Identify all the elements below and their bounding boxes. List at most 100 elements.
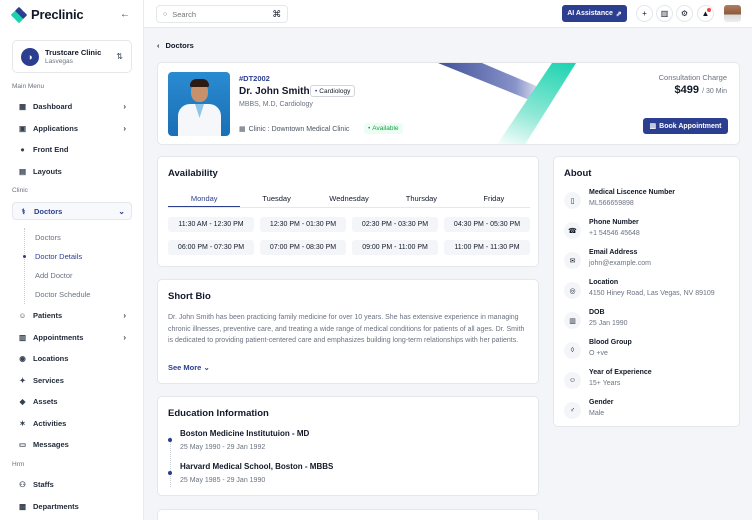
timeline-dot bbox=[168, 471, 172, 475]
clinic-switcher[interactable]: ◑ Trustcare Clinic Lasvegas ⇅ bbox=[12, 40, 132, 73]
about-item: ▥ DOB 25 Jan 1990 bbox=[564, 309, 628, 329]
dot-icon: • bbox=[315, 87, 318, 95]
about-label: Phone Number bbox=[589, 219, 639, 226]
chevron-right-icon: › bbox=[123, 123, 126, 133]
search-input[interactable] bbox=[172, 9, 268, 19]
time-slot[interactable]: 12:30 PM - 01:30 PM bbox=[260, 217, 346, 232]
license-icon: ▯ bbox=[564, 192, 581, 209]
collapse-sidebar-button[interactable]: ← bbox=[118, 7, 132, 21]
time-slot[interactable]: 11:00 PM - 11:30 PM bbox=[444, 240, 530, 255]
ai-assistance-label: AI Assistance bbox=[567, 10, 613, 17]
education-card: Education Information Boston Medicine In… bbox=[157, 396, 539, 496]
notifications-button[interactable]: ▲ bbox=[697, 5, 714, 22]
add-button[interactable]: + bbox=[636, 5, 653, 22]
doctor-icon: ⚕ bbox=[21, 206, 26, 216]
doctors-submenu: Doctors Doctor Details Add Doctor Doctor… bbox=[23, 228, 132, 304]
about-item: ◊ Blood Group O +ve bbox=[564, 339, 632, 359]
sidebar-item-front-end[interactable]: ● Front End bbox=[12, 140, 132, 158]
about-item: ☎ Phone Number +1 54546 45648 bbox=[564, 219, 640, 239]
time-slot[interactable]: 11:30 AM - 12:30 PM bbox=[168, 217, 254, 232]
breadcrumb-label: Doctors bbox=[165, 41, 194, 50]
time-slot[interactable]: 06:00 PM - 07:30 PM bbox=[168, 240, 254, 255]
calendar-icon: ▥ bbox=[660, 9, 669, 18]
patient-icon: ☺ bbox=[18, 310, 27, 320]
sidebar-item-label: Patients bbox=[33, 310, 63, 320]
about-value: 15+ Years bbox=[589, 380, 621, 387]
about-label: Medical Liscence Number bbox=[589, 189, 675, 196]
sidebar-item-departments[interactable]: ▩ Departments bbox=[12, 497, 132, 515]
sidebar-item-dashboard[interactable]: ▦ Dashboard › bbox=[12, 97, 132, 115]
time-slots: 11:30 AM - 12:30 PM 12:30 PM - 01:30 PM … bbox=[168, 217, 530, 255]
book-appointment-button[interactable]: ▥ Book Appointment bbox=[643, 118, 728, 134]
time-slot[interactable]: 04:30 PM - 05:30 PM bbox=[444, 217, 530, 232]
about-value: 25 Jan 1990 bbox=[589, 320, 628, 327]
status-badge: • Available bbox=[364, 123, 403, 134]
tab-tuesday[interactable]: Tuesday bbox=[240, 191, 312, 207]
about-value: +1 54546 45648 bbox=[589, 230, 640, 237]
doctor-degree: MBBS, M.D, Cardiology bbox=[239, 101, 313, 108]
short-bio-card: Short Bio Dr. John Smith has been practi… bbox=[157, 279, 539, 384]
sidebar-item-services[interactable]: ✦ Services bbox=[12, 371, 132, 389]
sidebar-item-assets[interactable]: ◆ Assets bbox=[12, 392, 132, 410]
time-slot[interactable]: 09:00 PM - 11:00 PM bbox=[352, 240, 438, 255]
submenu-item-doctor-details[interactable]: Doctor Details bbox=[23, 247, 132, 266]
time-slot[interactable]: 07:00 PM - 08:30 PM bbox=[260, 240, 346, 255]
sidebar-item-layouts[interactable]: ▤ Layouts bbox=[12, 162, 132, 180]
submenu-item-doctors[interactable]: Doctors bbox=[25, 228, 132, 247]
services-icon: ✦ bbox=[19, 375, 26, 385]
brand[interactable]: Preclinic bbox=[10, 6, 84, 23]
sidebar-item-label: Appointments bbox=[33, 332, 84, 342]
sidebar-item-messages[interactable]: ▭ Messages bbox=[12, 435, 132, 453]
sidebar-item-activities[interactable]: ✶ Activities bbox=[12, 414, 132, 432]
sidebar-item-staffs[interactable]: ⚇ Staffs bbox=[12, 475, 132, 493]
sidebar-item-doctors[interactable]: ⚕ Doctors ⌄ bbox=[12, 202, 132, 220]
activity-icon: ✶ bbox=[19, 418, 26, 428]
submenu-item-doctor-schedule[interactable]: Doctor Schedule bbox=[25, 285, 132, 304]
doctor-profile-card: #DT2002 Dr. John Smith • Cardiology MBBS… bbox=[157, 62, 740, 145]
sidebar-item-locations[interactable]: ◉ Locations bbox=[12, 349, 132, 367]
submenu-item-add-doctor[interactable]: Add Doctor bbox=[25, 266, 132, 285]
see-more-link[interactable]: See More ⌄ bbox=[168, 363, 210, 372]
gear-icon: ⚙ bbox=[680, 9, 689, 18]
command-key-icon: ⌘ bbox=[272, 8, 282, 19]
swap-icon: ⇅ bbox=[116, 52, 123, 61]
plus-icon: + bbox=[642, 9, 647, 18]
breadcrumb[interactable]: ‹ Doctors bbox=[157, 41, 194, 50]
day-tabs: Monday Tuesday Wednesday Thursday Friday bbox=[168, 191, 530, 208]
menu-group-hrm: Hrm bbox=[12, 461, 25, 468]
brand-name: Preclinic bbox=[31, 7, 84, 22]
sidebar-item-label: Staffs bbox=[33, 479, 54, 489]
sidebar-item-appointments[interactable]: ▥ Appointments › bbox=[12, 328, 132, 346]
user-avatar[interactable] bbox=[724, 5, 741, 22]
search-box[interactable]: ○ ⌘ bbox=[156, 5, 288, 23]
education-dates: 25 May 1990 - 29 Jan 1992 bbox=[180, 444, 266, 451]
doctor-id: #DT2002 bbox=[239, 74, 270, 83]
settings-button[interactable]: ⚙ bbox=[676, 5, 693, 22]
chevron-right-icon: › bbox=[123, 310, 126, 320]
tab-friday[interactable]: Friday bbox=[458, 191, 530, 207]
sidebar-item-label: Dashboard bbox=[33, 101, 73, 111]
ai-assistance-button[interactable]: AI Assistance ⇗ bbox=[562, 5, 627, 22]
section-title: About bbox=[564, 168, 592, 179]
brand-logo-icon bbox=[10, 6, 28, 23]
calendar-button[interactable]: ▥ bbox=[656, 5, 673, 22]
tab-monday[interactable]: Monday bbox=[168, 191, 241, 207]
status-label: Available bbox=[372, 125, 399, 132]
sidebar-item-label: Services bbox=[33, 375, 64, 385]
time-slot[interactable]: 02:30 PM - 03:30 PM bbox=[352, 217, 438, 232]
gender-icon: ♂ bbox=[564, 402, 581, 419]
about-item: ▯ Medical Liscence Number ML566659898 bbox=[564, 189, 675, 209]
tab-thursday[interactable]: Thursday bbox=[385, 191, 457, 207]
sidebar-item-patients[interactable]: ☺ Patients › bbox=[12, 306, 132, 324]
globe-icon: ● bbox=[20, 144, 25, 154]
about-value: 4150 Hiney Road, Las Vegas, NV 89109 bbox=[589, 290, 715, 297]
about-label: DOB bbox=[589, 309, 605, 316]
search-icon: ○ bbox=[163, 10, 168, 18]
tab-wednesday[interactable]: Wednesday bbox=[313, 191, 385, 207]
section-title: Education Information bbox=[168, 408, 269, 419]
message-icon: ▭ bbox=[18, 439, 27, 449]
specialty-label: Cardiology bbox=[319, 87, 351, 95]
specialty-badge: • Cardiology bbox=[310, 85, 356, 97]
chevron-right-icon: › bbox=[123, 332, 126, 342]
sidebar-item-applications[interactable]: ▣ Applications › bbox=[12, 119, 132, 137]
